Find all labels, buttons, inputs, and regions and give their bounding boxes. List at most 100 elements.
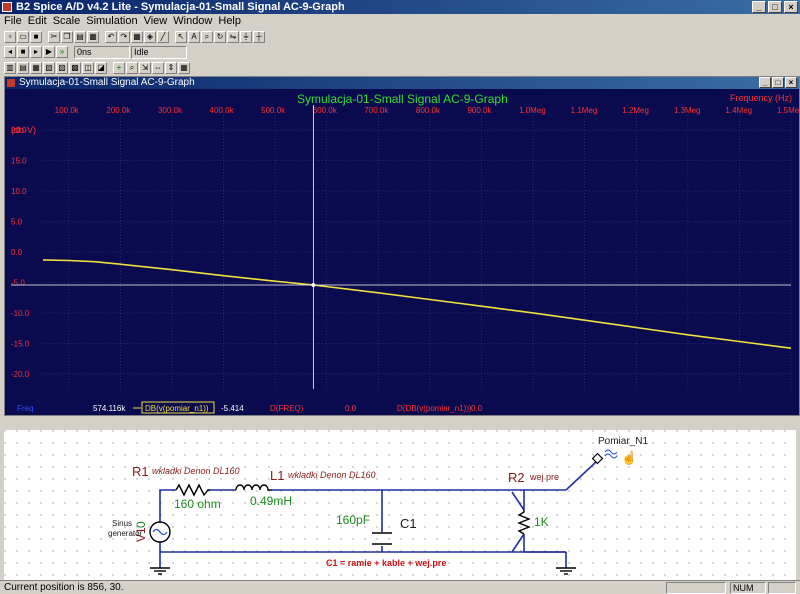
state-field: Idle xyxy=(131,45,187,59)
text-tool-icon[interactable]: A xyxy=(188,31,200,43)
save-icon[interactable]: ■ xyxy=(30,31,42,43)
r1-name: R1 xyxy=(132,464,149,479)
status-num: NUM xyxy=(730,582,766,594)
run-icon[interactable]: ▶ xyxy=(43,46,55,58)
graph-tool-7-icon[interactable]: ◫ xyxy=(82,62,94,74)
x-tick-label: 1.2Meg xyxy=(622,106,649,115)
y-tick-label: -5.0 xyxy=(11,278,25,287)
zoom-in-icon[interactable]: ⌕ xyxy=(126,62,138,74)
wire-icon[interactable]: ╱ xyxy=(157,31,169,43)
ground-icon[interactable]: ⏚ xyxy=(240,31,252,43)
grid-toggle-icon[interactable]: ▦ xyxy=(178,62,190,74)
l1-value: 0.49mH xyxy=(250,494,292,508)
c1-caption: C1 = ramie + kable + wej.pre xyxy=(326,558,446,568)
minimize-button[interactable]: _ xyxy=(752,1,766,13)
undo-icon[interactable]: ↶ xyxy=(105,31,117,43)
parts-icon[interactable]: ◈ xyxy=(144,31,156,43)
graph-window-titlebar: Symulacja-01-Small Signal AC-9-Graph _ □… xyxy=(5,77,799,89)
graph-tool-6-icon[interactable]: ▩ xyxy=(69,62,81,74)
r1-value: 160 ohm xyxy=(174,497,221,511)
toolbar-simulation: ◂ ■ ▸ ▶ » 0ns Idle xyxy=(0,44,187,60)
x-tick-label: 1.5Meg xyxy=(777,106,799,115)
source-label-2: generator xyxy=(108,529,143,538)
v1-value: 0 xyxy=(134,521,148,528)
print-icon[interactable]: ▦ xyxy=(87,31,99,43)
status-panel-scroll xyxy=(768,582,796,594)
menu-help[interactable]: Help xyxy=(218,15,241,27)
source-label-1: Sinus xyxy=(112,519,132,528)
graph-window-icon xyxy=(7,79,15,87)
zoom-x-icon[interactable]: ⇔ xyxy=(152,62,164,74)
plot-area[interactable]: Symulacja-01-Small Signal AC-9-Graph Fre… xyxy=(5,89,799,415)
x-tick-label: 600.0k xyxy=(313,106,338,115)
graph-window-title: Symulacja-01-Small Signal AC-9-Graph xyxy=(19,77,195,88)
cursor-x-label: Freq xyxy=(17,404,33,413)
pause-icon[interactable]: ■ xyxy=(17,46,29,58)
redo-icon[interactable]: ↷ xyxy=(118,31,130,43)
paste-icon[interactable]: ▤ xyxy=(74,31,86,43)
menu-view[interactable]: View xyxy=(144,15,168,27)
r2-value: 1K xyxy=(534,515,549,529)
y-tick-label: 15.0 xyxy=(11,157,27,166)
cut-icon[interactable]: ✂ xyxy=(48,31,60,43)
menu-scale[interactable]: Scale xyxy=(53,15,81,27)
graph-tool-5-icon[interactable]: ▨ xyxy=(56,62,68,74)
l1-name: L1 xyxy=(270,468,284,483)
l1-note: wkladki Denon DL160 xyxy=(288,470,376,480)
maximize-button[interactable]: □ xyxy=(768,1,782,13)
x-tick-label: 1.3Meg xyxy=(674,106,701,115)
graph-tool-3-icon[interactable]: ▦ xyxy=(30,62,42,74)
open-folder-icon[interactable]: ▭ xyxy=(17,31,29,43)
stop-icon[interactable]: ◂ xyxy=(4,46,16,58)
v1-source[interactable] xyxy=(149,521,171,543)
c1-name: C1 xyxy=(400,516,417,531)
fast-forward-icon[interactable]: » xyxy=(56,46,68,58)
y-tick-label: 10.0 xyxy=(11,187,27,196)
trace-name[interactable]: DB(v(pomiar_n1)) xyxy=(145,404,209,413)
flip-icon[interactable]: ⇋ xyxy=(227,31,239,43)
menu-simulation[interactable]: Simulation xyxy=(86,15,137,27)
hand-pointer-icon: ☝ xyxy=(621,449,637,466)
dx-value: 0.0 xyxy=(345,404,357,413)
r2-name: R2 xyxy=(508,470,525,485)
graph-tool-1-icon[interactable]: ▥ xyxy=(4,62,16,74)
status-text: Current position is 856, 30. xyxy=(4,582,124,593)
toolbar-standard: ▫ ▭ ■ ✂ ❐ ▤ ▦ ↶ ↷ ▦ ◈ ╱ ↖ A ⌕ ↻ ⇋ ⏚ ┼ xyxy=(0,29,265,45)
y-tick-label: 0.0 xyxy=(11,248,23,257)
menu-file[interactable]: File xyxy=(4,15,22,27)
x-tick-label: 900.0k xyxy=(467,106,492,115)
r2-note: wej pre xyxy=(529,472,559,482)
graph-tool-8-icon[interactable]: ◪ xyxy=(95,62,107,74)
x-tick-label: 100.0k xyxy=(55,106,80,115)
graph-maximize-button[interactable]: □ xyxy=(772,77,784,88)
probe-icon[interactable]: ┼ xyxy=(253,31,265,43)
y-tick-label: 20.0 xyxy=(11,126,27,135)
graph-minimize-button[interactable]: _ xyxy=(759,77,771,88)
zoom-fit-icon[interactable]: ⇲ xyxy=(139,62,151,74)
rotate-icon[interactable]: ↻ xyxy=(214,31,226,43)
copy-icon[interactable]: ❐ xyxy=(61,31,73,43)
r1-note: wkladki Denon DL160 xyxy=(152,466,240,476)
graph-close-button[interactable]: × xyxy=(785,77,797,88)
toolbar-graph: ▥ ▤ ▦ ▧ ▨ ▩ ◫ ◪ + ⌕ ⇲ ⇔ ⇕ ▦ xyxy=(0,60,190,76)
graph-tool-2-icon[interactable]: ▤ xyxy=(17,62,29,74)
cursor-marker[interactable] xyxy=(311,282,316,287)
graph-tool-4-icon[interactable]: ▧ xyxy=(43,62,55,74)
step-icon[interactable]: ▸ xyxy=(30,46,42,58)
schematic-canvas[interactable]: ☝ R1 wkladki Denon DL160 160 ohm L1 wkla… xyxy=(4,430,796,580)
y-tick-label: -15.0 xyxy=(11,339,30,348)
pointer-icon[interactable]: ↖ xyxy=(175,31,187,43)
menu-window[interactable]: Window xyxy=(173,15,212,27)
grid-icon[interactable]: ▦ xyxy=(131,31,143,43)
cursor-cross-icon[interactable]: + xyxy=(113,62,125,74)
zoom-y-icon[interactable]: ⇕ xyxy=(165,62,177,74)
c1-value: 160pF xyxy=(336,513,370,527)
new-file-icon[interactable]: ▫ xyxy=(4,31,16,43)
app-title: B2 Spice A/D v4.2 Lite - Symulacja-01-Sm… xyxy=(16,1,345,13)
time-field: 0ns xyxy=(74,45,130,59)
menu-edit[interactable]: Edit xyxy=(28,15,47,27)
x-tick-label: 700.0k xyxy=(364,106,389,115)
x-tick-label: 800.0k xyxy=(416,106,441,115)
zoom-icon[interactable]: ⌕ xyxy=(201,31,213,43)
close-button[interactable]: × xyxy=(784,1,798,13)
